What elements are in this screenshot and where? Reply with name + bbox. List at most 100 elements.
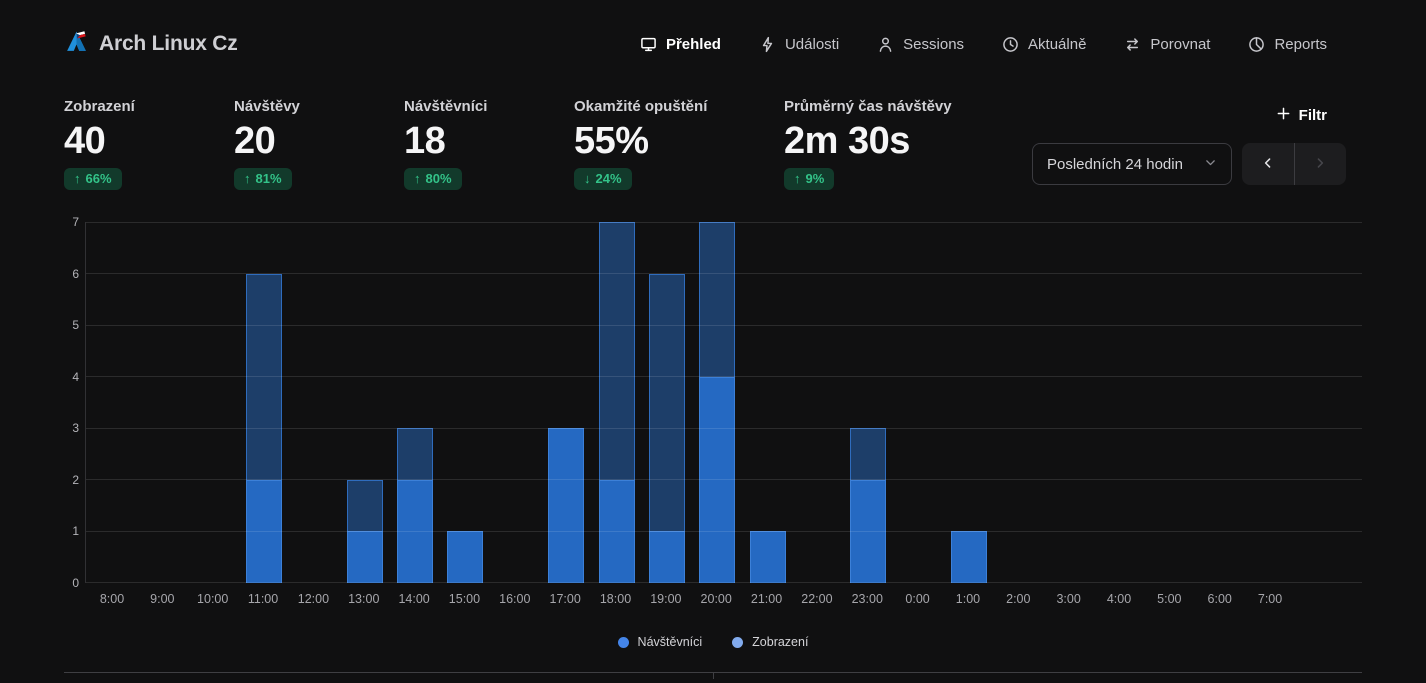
x-tick-label: 22:00	[791, 592, 843, 606]
nav-item-label: Aktuálně	[1028, 36, 1086, 53]
pie-chart-icon	[1248, 36, 1265, 53]
site-logo-icon	[64, 29, 89, 59]
bar-visitors-1100[interactable]	[246, 480, 282, 583]
lightning-icon	[759, 36, 776, 53]
arrow-up-icon: ↑	[244, 171, 251, 186]
bar-visitors-1900[interactable]	[649, 531, 685, 583]
x-tick-label: 18:00	[590, 592, 642, 606]
metric-value: 2m 30s	[784, 118, 954, 164]
x-tick-label: 8:00	[86, 592, 138, 606]
chart-x-axis: 8:009:0010:0011:0012:0013:0014:0015:0016…	[64, 583, 1362, 613]
y-tick-label: 4	[57, 370, 79, 384]
metric-value: 18	[404, 118, 574, 164]
x-tick-label: 12:00	[287, 592, 339, 606]
next-period-button[interactable]	[1294, 143, 1347, 185]
x-tick-label: 4:00	[1093, 592, 1145, 606]
bottom-panels	[64, 672, 1362, 679]
arrow-up-icon: ↑	[74, 171, 81, 186]
nav-item-label: Události	[785, 36, 839, 53]
arrow-up-icon: ↑	[794, 171, 801, 186]
metric-okamzite-opusteni: Okamžité opuštění55%↓24%	[574, 98, 784, 190]
bar-visitors-2000[interactable]	[699, 377, 735, 583]
main-nav: Přehled Události Sessions Aktuálně Porovnat R…	[640, 36, 1327, 53]
site-title: Arch Linux Cz	[99, 32, 238, 56]
previous-period-button[interactable]	[1242, 143, 1294, 185]
y-tick-label: 0	[57, 576, 79, 590]
metric-label: Okamžité opuštění	[574, 98, 784, 116]
y-tick-label: 3	[57, 421, 79, 435]
x-tick-label: 6:00	[1194, 592, 1246, 606]
nav-item-porovnat[interactable]: Porovnat	[1124, 36, 1210, 53]
metric-change-value: 66%	[86, 171, 112, 186]
legend-dot-icon	[618, 637, 629, 648]
x-tick-label: 23:00	[841, 592, 893, 606]
chevron-right-icon	[1313, 156, 1327, 173]
x-tick-label: 21:00	[741, 592, 793, 606]
filter-button[interactable]: Filtr	[1276, 106, 1327, 125]
chevron-left-icon	[1261, 156, 1275, 173]
bar-visitors-2100[interactable]	[750, 531, 786, 583]
x-tick-label: 13:00	[338, 592, 390, 606]
metric-navstevnici: Návštěvníci 18 ↑ 80%	[404, 98, 574, 190]
bar-visitors-100[interactable]	[951, 531, 987, 583]
chart-plot: 01234567	[85, 222, 1362, 583]
clock-icon	[1002, 36, 1019, 53]
metric-label: Průměrný čas návštěvy	[784, 98, 954, 116]
x-tick-label: 15:00	[438, 592, 490, 606]
y-tick-label: 2	[57, 473, 79, 487]
nav-item-aktualne[interactable]: Aktuálně	[1002, 36, 1086, 53]
x-tick-label: 19:00	[640, 592, 692, 606]
metric-navstevy: Návštěvy20↑81%	[234, 98, 404, 190]
date-row: Posledních 24 hodin	[1032, 143, 1346, 185]
chart-section: 01234567 8:009:0010:0011:0012:0013:0014:…	[64, 222, 1362, 649]
bar-visitors-1700[interactable]	[548, 428, 584, 583]
bar-visitors-1500[interactable]	[447, 531, 483, 583]
nav-item-label: Porovnat	[1150, 36, 1210, 53]
metric-label: Zobrazení	[64, 98, 234, 116]
x-tick-label: 3:00	[1043, 592, 1095, 606]
arrow-up-icon: ↑	[414, 171, 421, 186]
metric-change-value: 9%	[806, 171, 825, 186]
y-tick-label: 7	[57, 215, 79, 229]
metric-change-value: 80%	[426, 171, 452, 186]
bar-visitors-1800[interactable]	[599, 480, 635, 583]
metric-value: 40	[64, 118, 234, 164]
x-tick-label: 17:00	[539, 592, 591, 606]
nav-item-label: Reports	[1274, 36, 1327, 53]
x-tick-label: 7:00	[1244, 592, 1296, 606]
nav-item-label: Sessions	[903, 36, 964, 53]
x-tick-label: 10:00	[187, 592, 239, 606]
user-icon	[877, 36, 894, 53]
metric-change-value: 24%	[596, 171, 622, 186]
metrics-section: Zobrazení40↑66%Návštěvy20↑81%Návštěvníci…	[0, 88, 1426, 200]
date-range-value: Posledních 24 hodin	[1047, 156, 1183, 173]
bar-visitors-1300[interactable]	[347, 531, 383, 583]
brand[interactable]: Arch Linux Cz	[64, 29, 238, 59]
metric-label: Návštěvy	[234, 98, 404, 116]
nav-item-prehled[interactable]: Přehled	[640, 36, 721, 53]
chart-legend: Návštěvníci Zobrazení	[64, 635, 1362, 649]
plus-icon	[1276, 106, 1291, 125]
compare-arrows-icon	[1124, 36, 1141, 53]
nav-item-udalosti[interactable]: Události	[759, 36, 839, 53]
legend-item-návštěvníci[interactable]: Návštěvníci	[618, 635, 703, 649]
arrow-down-icon: ↓	[584, 171, 591, 186]
metric-change-value: 81%	[256, 171, 282, 186]
x-tick-label: 5:00	[1143, 592, 1195, 606]
date-range-select[interactable]: Posledních 24 hodin	[1032, 143, 1232, 185]
legend-item-zobrazení[interactable]: Zobrazení	[732, 635, 808, 649]
metric-change-badge: ↑ 9%	[784, 168, 834, 190]
monitor-icon	[640, 36, 657, 53]
metric-label: Návštěvníci	[404, 98, 574, 116]
metric-zobrazeni: Zobrazení 40 ↑ 66%	[64, 98, 234, 190]
nav-item-sessions[interactable]: Sessions	[877, 36, 964, 53]
date-pager	[1242, 143, 1346, 185]
nav-item-reports[interactable]: Reports	[1248, 36, 1327, 53]
filter-button-label: Filtr	[1299, 107, 1327, 124]
x-tick-label: 16:00	[489, 592, 541, 606]
header: Arch Linux Cz Přehled Události Sessions Akt…	[0, 0, 1426, 88]
x-tick-label: 20:00	[690, 592, 742, 606]
bar-visitors-2300[interactable]	[850, 480, 886, 583]
x-tick-label: 11:00	[237, 592, 289, 606]
bar-visitors-1400[interactable]	[397, 480, 433, 583]
